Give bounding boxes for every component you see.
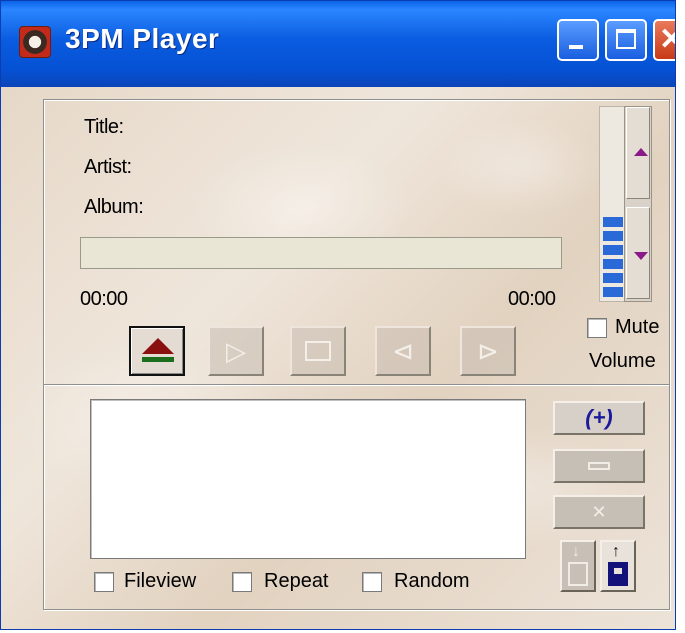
volume-slider[interactable] <box>624 106 652 302</box>
fileview-checkbox[interactable] <box>94 572 114 592</box>
play-button[interactable]: ▷ <box>208 326 264 376</box>
app-icon[interactable] <box>19 26 51 58</box>
random-checkbox[interactable] <box>362 572 382 592</box>
playlist-list[interactable] <box>90 399 526 559</box>
volume-label: Volume <box>589 350 656 372</box>
stop-icon <box>305 341 331 361</box>
maximize-icon <box>616 29 636 49</box>
clear-icon: ✕ <box>591 501 607 522</box>
volume-level-bar <box>603 259 623 269</box>
maximize-button[interactable] <box>605 19 647 61</box>
mute-label: Mute <box>615 316 660 338</box>
floppy-save-icon <box>608 562 628 586</box>
repeat-checkbox[interactable] <box>232 572 252 592</box>
artist-label: Artist: <box>84 156 132 178</box>
volume-up-thumb[interactable] <box>626 107 650 199</box>
playlist-panel: (+) ✕ ↓ ↑ Fileview Repeat Random <box>43 384 670 610</box>
player-window: 3PM Player ✕ Title: Artist: Album: 00:00… <box>0 0 676 630</box>
mute-checkbox[interactable] <box>587 318 607 338</box>
volume-down-thumb[interactable] <box>626 207 650 299</box>
player-body: Title: Artist: Album: 00:00 00:00 ▷ ⊲ ⊳ … <box>1 87 675 629</box>
next-button[interactable]: ⊳ <box>460 326 516 376</box>
fileview-label: Fileview <box>124 570 197 592</box>
volume-level-bar <box>603 273 623 283</box>
previous-icon: ⊲ <box>392 335 414 366</box>
eject-icon <box>142 338 174 354</box>
close-button[interactable]: ✕ <box>653 19 675 61</box>
random-label: Random <box>394 570 470 592</box>
minimize-icon <box>569 45 583 49</box>
volume-meter <box>599 106 625 302</box>
title-label: Title: <box>84 116 124 138</box>
elapsed-time: 00:00 <box>80 288 128 310</box>
add-button[interactable]: (+) <box>553 401 645 435</box>
floppy-icon <box>568 562 588 586</box>
play-icon: ▷ <box>226 335 246 366</box>
eject-button[interactable] <box>129 326 185 376</box>
volume-level-bar <box>603 245 623 255</box>
next-icon: ⊳ <box>477 335 499 366</box>
volume-level-bar <box>603 231 623 241</box>
now-playing-panel: Title: Artist: Album: 00:00 00:00 ▷ ⊲ ⊳ … <box>43 99 670 385</box>
volume-level-bar <box>603 217 623 227</box>
remove-button[interactable] <box>553 449 645 483</box>
close-icon: ✕ <box>659 23 675 57</box>
save-arrow-icon: ↑ <box>612 543 620 560</box>
remove-icon <box>588 462 610 470</box>
window-title: 3PM Player <box>65 23 220 54</box>
eject-icon-bar <box>142 357 174 362</box>
save-playlist-button[interactable]: ↑ <box>600 540 636 592</box>
load-playlist-button[interactable]: ↓ <box>560 540 596 592</box>
volume-up-icon <box>634 148 648 156</box>
repeat-label: Repeat <box>264 570 329 592</box>
volume-down-icon <box>634 252 648 260</box>
minimize-button[interactable] <box>557 19 599 61</box>
clear-button[interactable]: ✕ <box>553 495 645 529</box>
volume-level-bar <box>603 287 623 297</box>
load-arrow-icon: ↓ <box>572 543 580 560</box>
stop-button[interactable] <box>290 326 346 376</box>
previous-button[interactable]: ⊲ <box>375 326 431 376</box>
title-bar[interactable]: 3PM Player ✕ <box>1 1 675 87</box>
album-label: Album: <box>84 196 144 218</box>
total-time: 00:00 <box>508 288 556 310</box>
seek-bar[interactable] <box>80 237 562 269</box>
